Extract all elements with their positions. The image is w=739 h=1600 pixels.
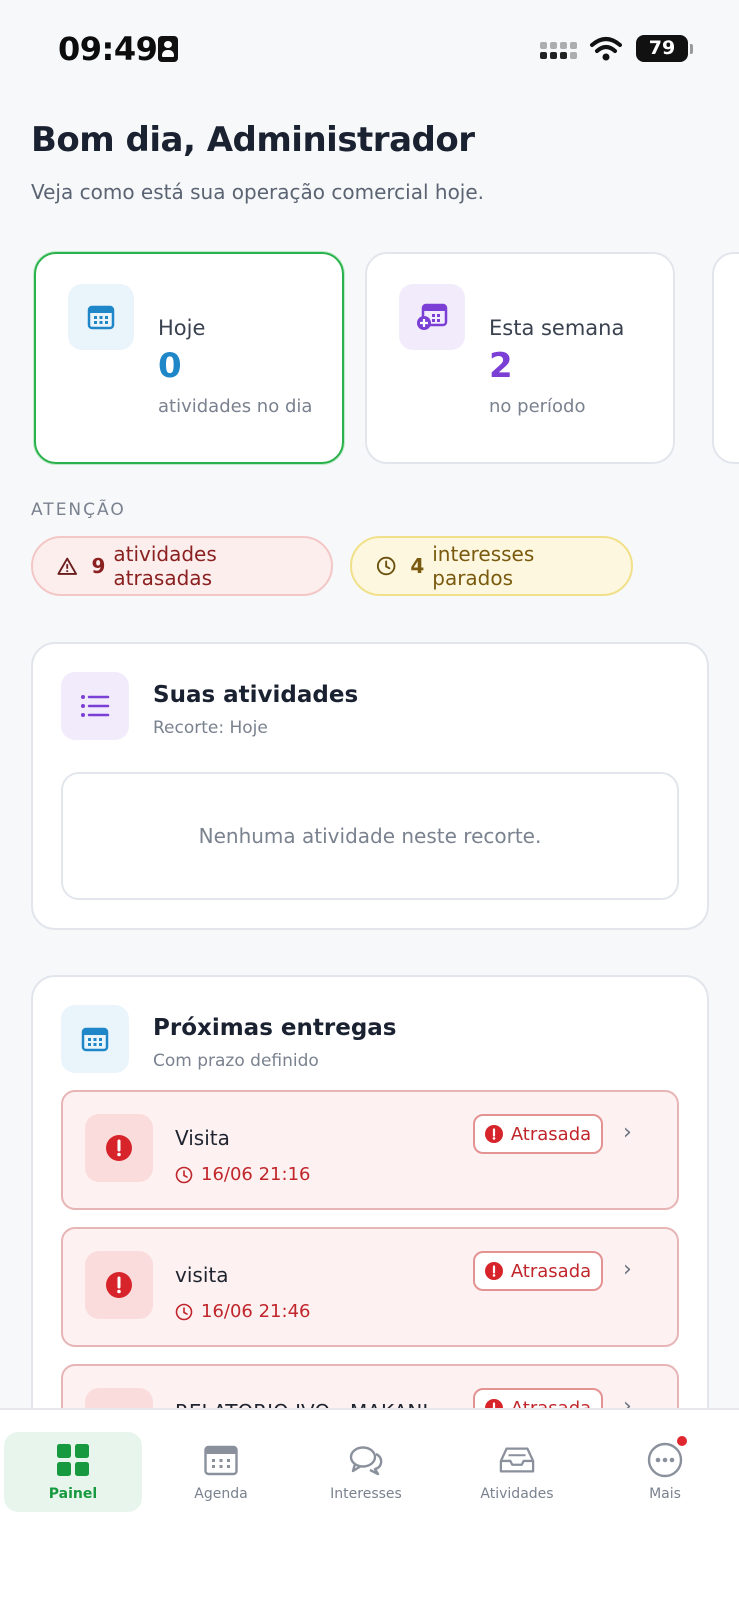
more-icon bbox=[647, 1436, 687, 1478]
chevron-right-icon: › bbox=[623, 1120, 632, 1145]
chip-text: interesses parados bbox=[432, 542, 535, 590]
nav-label: Atividades bbox=[480, 1486, 554, 1502]
chip-count: 4 bbox=[410, 554, 425, 578]
delivery-item[interactable]: Visita 16/06 21:16 Atrasada › bbox=[61, 1090, 679, 1210]
dashboard-screen: 09:49 79 Bom dia, Administrador Veja com… bbox=[0, 0, 739, 1600]
warning-icon bbox=[57, 557, 77, 575]
chevron-right-icon: › bbox=[623, 1257, 632, 1282]
stat-card-week[interactable]: Esta semana 2 no período bbox=[365, 252, 675, 464]
stat-card-today[interactable]: Hoje 0 atividades no dia bbox=[34, 252, 344, 464]
nav-painel[interactable]: Painel bbox=[4, 1432, 142, 1512]
badge-text: Atrasada bbox=[510, 1260, 592, 1282]
signal-icon bbox=[540, 40, 580, 62]
activities-panel: Suas atividades Recorte: Hoje Nenhuma at… bbox=[31, 642, 709, 930]
page-title: Bom dia, Administrador bbox=[31, 120, 475, 160]
status-bar: 09:49 79 bbox=[0, 0, 739, 100]
bottom-nav: Painel Agenda Interesses Atividades Mais bbox=[0, 1408, 739, 1600]
alert-icon bbox=[484, 1262, 503, 1280]
empty-state: Nenhuma atividade neste recorte. bbox=[61, 772, 679, 900]
wifi-icon bbox=[590, 37, 622, 61]
list-icon bbox=[61, 672, 129, 740]
id-card-icon bbox=[158, 36, 178, 62]
calendar-plus-icon bbox=[399, 284, 465, 350]
alert-icon bbox=[85, 1114, 153, 1182]
panel-subtitle: Com prazo definido bbox=[153, 1051, 319, 1071]
stalled-interests-chip[interactable]: 4 interesses parados bbox=[350, 536, 633, 596]
delivery-title: visita bbox=[175, 1263, 229, 1287]
nav-label: Mais bbox=[649, 1486, 681, 1502]
calendar-icon bbox=[61, 1005, 129, 1073]
stat-label: Esta semana bbox=[489, 316, 625, 340]
stat-value: 0 bbox=[158, 346, 182, 386]
chat-icon bbox=[348, 1442, 384, 1478]
nav-interesses[interactable]: Interesses bbox=[297, 1432, 435, 1512]
panel-title: Suas atividades bbox=[153, 682, 359, 708]
badge-text: Atrasada bbox=[510, 1123, 592, 1145]
attention-label: ATENÇÃO bbox=[31, 500, 126, 520]
panel-title: Próximas entregas bbox=[153, 1015, 397, 1041]
clock-icon bbox=[376, 556, 396, 576]
page-subtitle: Veja como está sua operação comercial ho… bbox=[31, 180, 485, 204]
nav-label: Painel bbox=[48, 1486, 98, 1502]
alert-icon bbox=[484, 1125, 503, 1143]
calendar-icon bbox=[203, 1442, 239, 1478]
overdue-badge: Atrasada bbox=[473, 1114, 603, 1154]
alert-icon bbox=[85, 1251, 153, 1319]
overdue-activities-chip[interactable]: 9 atividades atrasadas bbox=[31, 536, 333, 596]
nav-label: Interesses bbox=[330, 1486, 402, 1502]
nav-atividades[interactable]: Atividades bbox=[448, 1432, 586, 1512]
delivery-date-text: 16/06 21:46 bbox=[201, 1301, 311, 1322]
delivery-item[interactable]: visita 16/06 21:46 Atrasada › bbox=[61, 1227, 679, 1347]
nav-label: Agenda bbox=[194, 1486, 248, 1502]
delivery-date: 16/06 21:16 bbox=[175, 1164, 310, 1185]
calendar-icon bbox=[68, 284, 134, 350]
delivery-title: Visita bbox=[175, 1126, 230, 1150]
stat-value: 2 bbox=[489, 346, 513, 386]
status-time: 09:49 bbox=[58, 30, 158, 68]
overdue-badge: Atrasada bbox=[473, 1251, 603, 1291]
notification-dot bbox=[677, 1436, 687, 1446]
stat-caption: atividades no dia bbox=[158, 396, 313, 417]
clock-icon bbox=[175, 1166, 193, 1183]
delivery-date: 16/06 21:46 bbox=[175, 1301, 310, 1322]
stat-label: Hoje bbox=[158, 316, 206, 340]
chip-count: 9 bbox=[91, 554, 106, 578]
chip-text: atividades atrasadas bbox=[113, 542, 217, 590]
clock-icon bbox=[175, 1303, 193, 1320]
nav-mais[interactable]: Mais bbox=[596, 1432, 734, 1512]
stat-card-partial[interactable] bbox=[712, 252, 739, 464]
nav-agenda[interactable]: Agenda bbox=[152, 1432, 290, 1512]
stat-caption: no período bbox=[489, 396, 586, 417]
panel-subtitle: Recorte: Hoje bbox=[153, 718, 268, 738]
battery-indicator: 79 bbox=[636, 35, 693, 62]
inbox-icon bbox=[499, 1442, 535, 1478]
grid-icon bbox=[55, 1442, 91, 1478]
delivery-date-text: 16/06 21:16 bbox=[201, 1164, 311, 1185]
